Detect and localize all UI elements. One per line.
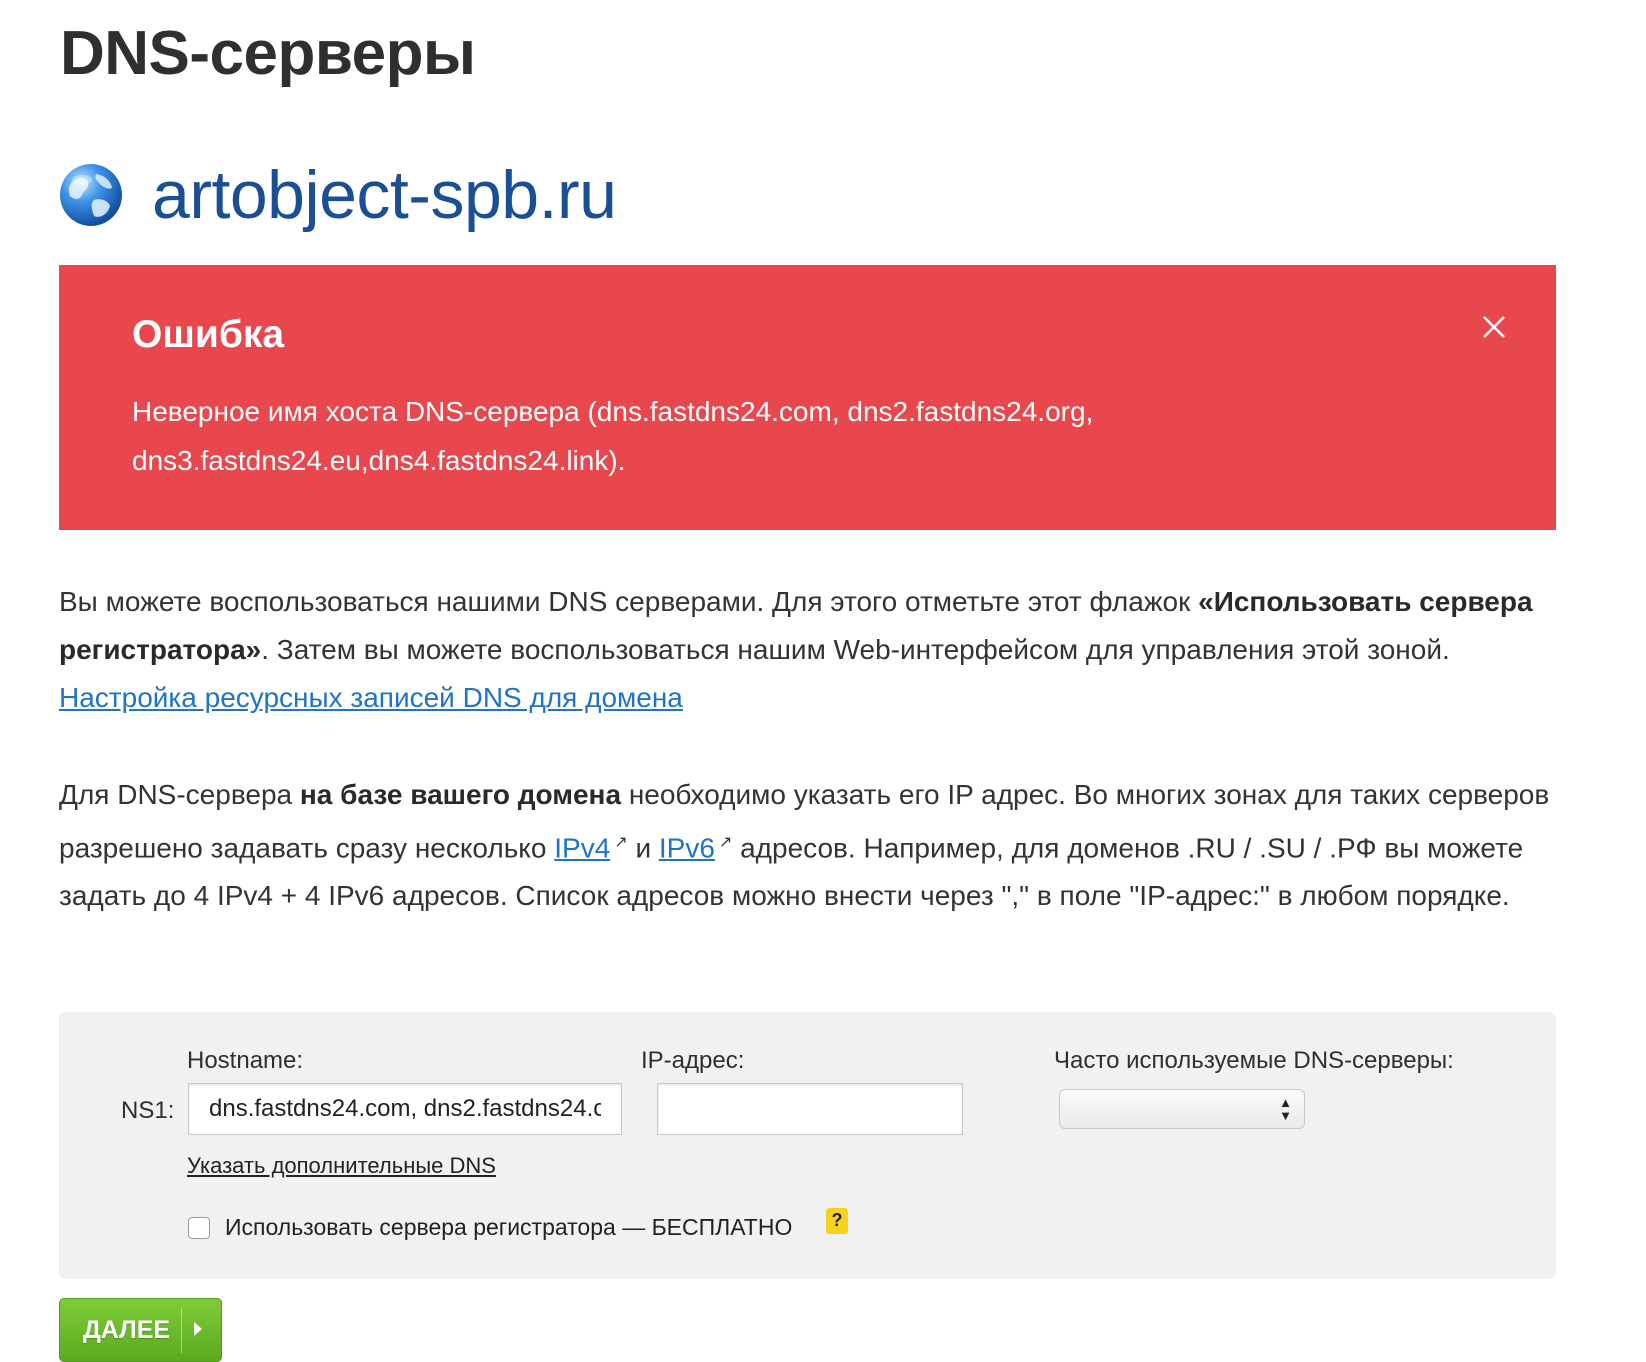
globe-icon (60, 164, 122, 226)
external-link-icon: ↗ (718, 834, 733, 851)
info-paragraph-ip: Для DNS-сервера на базе вашего домена не… (59, 771, 1559, 920)
ns1-label: NS1: (121, 1097, 175, 1124)
add-more-dns-link[interactable]: Указать дополнительные DNS (187, 1153, 496, 1179)
ipv6-link[interactable]: IPv6 (659, 832, 715, 863)
dns-form: Hostname: IP-адрес: Часто используемые D… (59, 1012, 1556, 1279)
external-link-icon: ↗ (614, 834, 628, 851)
use-registrar-servers-checkbox[interactable] (188, 1217, 210, 1239)
ip-address-input[interactable] (657, 1083, 963, 1135)
domain-name: artobject-spb.ru (152, 157, 617, 233)
page-title: DNS-серверы (60, 19, 476, 88)
dns-records-link[interactable]: Настройка ресурсных записей DNS для доме… (59, 682, 683, 713)
page: DNS-серверы artobject-spb.ru Ошибка Неве… (0, 0, 1646, 1362)
common-dns-label: Часто используемые DNS-серверы: (1054, 1047, 1454, 1074)
info-text: Для DNS-сервера (59, 779, 300, 810)
select-arrows-icon: ▲ ▼ (1279, 1095, 1292, 1123)
arrow-right-icon (194, 1322, 202, 1336)
close-icon[interactable] (1480, 313, 1508, 341)
help-icon[interactable]: ? (826, 1208, 848, 1234)
error-alert: Ошибка Неверное имя хоста DNS-сервера (d… (59, 265, 1556, 530)
info-paragraph-registrar: Вы можете воспользоваться нашими DNS сер… (59, 578, 1559, 722)
info-text: и (627, 832, 659, 864)
error-message: Неверное имя хоста DNS-сервера (dns.fast… (132, 396, 1094, 476)
button-divider (181, 1307, 182, 1353)
hostname-input[interactable] (188, 1083, 622, 1135)
use-registrar-servers-label[interactable]: Использовать сервера регистратора — БЕСП… (225, 1214, 792, 1241)
hostname-label: Hostname: (187, 1047, 304, 1074)
info-bold: на базе вашего домена (299, 779, 622, 810)
domain-header: artobject-spb.ru (58, 150, 617, 240)
info-text: Вы можете воспользоваться нашими DNS сер… (59, 586, 1199, 617)
info-text: . Затем вы можете воспользоваться нашим … (261, 634, 1450, 665)
next-button[interactable]: ДАЛЕЕ (59, 1298, 222, 1362)
ip-address-label: IP-адрес: (641, 1047, 745, 1074)
error-title: Ошибка (132, 313, 285, 356)
common-dns-select[interactable]: ▲ ▼ (1059, 1089, 1305, 1129)
next-button-label: ДАЛЕЕ (83, 1316, 171, 1344)
ipv4-link[interactable]: IPv4 (554, 832, 610, 863)
